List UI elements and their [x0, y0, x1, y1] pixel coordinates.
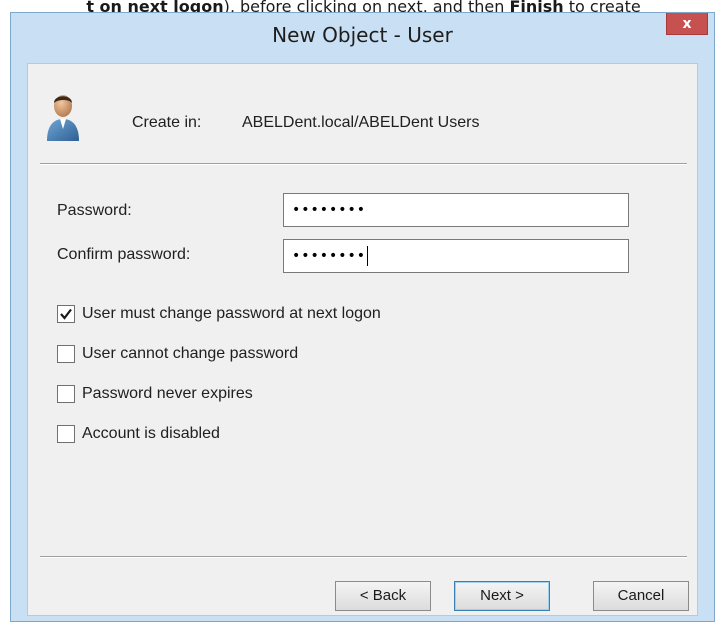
dialog-body: Create in: ABELDent.local/ABELDent Users…: [27, 63, 698, 616]
option-cannot-change-password[interactable]: User cannot change password: [57, 344, 298, 364]
checkbox-must-change-password[interactable]: [57, 305, 75, 323]
confirm-password-field[interactable]: ••••••••: [283, 239, 629, 273]
password-field[interactable]: ••••••••: [283, 193, 629, 227]
option-label: User cannot change password: [82, 345, 299, 362]
password-value: ••••••••: [292, 202, 367, 218]
create-in-label: Create in:: [132, 114, 202, 131]
password-label: Password:: [57, 202, 132, 219]
back-button[interactable]: < Back: [335, 581, 431, 611]
cancel-button[interactable]: Cancel: [593, 581, 689, 611]
checkbox-cannot-change-password[interactable]: [57, 345, 75, 363]
confirm-password-label: Confirm password:: [57, 246, 191, 263]
create-in-path: ABELDent.local/ABELDent Users: [242, 114, 480, 131]
divider: [40, 163, 687, 165]
text-caret: [367, 246, 369, 266]
option-label: Account is disabled: [82, 425, 220, 442]
title-bar: New Object - User x: [11, 13, 714, 63]
option-label: User must change password at next logon: [82, 305, 381, 322]
confirm-password-value: ••••••••: [292, 248, 367, 264]
option-account-disabled[interactable]: Account is disabled: [57, 424, 220, 444]
option-must-change-password[interactable]: User must change password at next logon: [57, 304, 381, 324]
divider: [40, 556, 687, 558]
option-label: Password never expires: [82, 385, 253, 402]
close-button[interactable]: x: [666, 13, 708, 35]
option-password-never-expires[interactable]: Password never expires: [57, 384, 253, 404]
next-button[interactable]: Next >: [454, 581, 550, 611]
dialog-title: New Object - User: [272, 23, 453, 47]
new-object-user-dialog: New Object - User x Create in: ABELDent.…: [10, 12, 715, 622]
user-icon: [47, 95, 79, 141]
checkbox-account-disabled[interactable]: [57, 425, 75, 443]
checkbox-password-never-expires[interactable]: [57, 385, 75, 403]
checkmark-icon: [60, 308, 72, 320]
